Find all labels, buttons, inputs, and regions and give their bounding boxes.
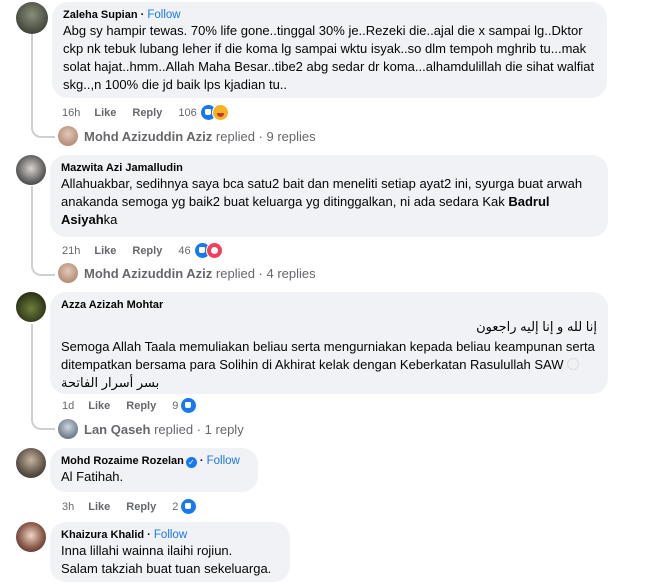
avatar[interactable]	[16, 292, 46, 322]
reactions[interactable]	[180, 397, 198, 414]
love-reaction-icon	[205, 242, 223, 259]
like-button[interactable]: Like	[94, 245, 116, 257]
comment-text: Allahuakbar, sedihnya saya bca satu2 bai…	[61, 175, 597, 229]
follow-button[interactable]: Follow	[207, 455, 240, 467]
like-button[interactable]: Like	[88, 400, 110, 412]
heart-emoji-icon	[567, 358, 580, 370]
comment-bubble: Mazwita Azi Jamalludin Allahuakbar, sedi…	[50, 155, 608, 237]
timestamp[interactable]: 16h	[62, 107, 80, 119]
comment-actions: 3h Like Reply 2	[62, 498, 198, 515]
commenter-name[interactable]: Mazwita Azi Jamalludin	[61, 161, 597, 175]
like-reaction-icon	[180, 397, 198, 414]
reactions[interactable]	[180, 498, 198, 515]
reaction-count[interactable]: 9	[172, 400, 178, 412]
replier-name: Lan Qaseh	[84, 421, 151, 437]
reactions[interactable]	[193, 242, 223, 259]
reaction-count[interactable]: 106	[178, 107, 196, 119]
comment-text: Abg sy hampir tewas. 70% life gone..ting…	[63, 23, 595, 92]
replier-avatar	[58, 126, 78, 146]
comment-text-part: ka	[103, 212, 118, 227]
view-replies-link[interactable]: Mohd Azizuddin Aziz replied · 4 replies	[58, 263, 316, 283]
like-button[interactable]: Like	[94, 107, 116, 119]
replier-avatar	[58, 263, 78, 283]
commenter-name[interactable]: Khaizura Khalid	[61, 529, 144, 541]
like-button[interactable]: Like	[88, 501, 110, 513]
reactions[interactable]	[199, 104, 229, 121]
comment-actions: 1d Like Reply 9	[62, 397, 198, 414]
comment-text: Semoga Allah Taala memuliakan beliau ser…	[61, 338, 597, 392]
replies-count: replied · 4 replies	[215, 265, 316, 281]
commenter-name[interactable]: Mohd Rozaime Rozelan	[61, 455, 184, 467]
comment-text-line: Inna lillahi wainna ilaihi rojiun.	[61, 543, 233, 558]
replies-count: replied · 1 reply	[154, 421, 244, 437]
replier-avatar	[58, 419, 78, 439]
reply-button[interactable]: Reply	[132, 245, 162, 257]
avatar[interactable]	[16, 2, 48, 34]
view-replies-link[interactable]: Mohd Azizuddin Aziz replied · 9 replies	[58, 126, 316, 146]
view-replies-link[interactable]: Lan Qaseh replied · 1 reply	[58, 419, 244, 439]
comment-text-part: Semoga Allah Taala memuliakan beliau ser…	[61, 339, 595, 372]
comment-text: Al Fatihah.	[61, 469, 124, 484]
replier-name: Mohd Azizuddin Aziz	[84, 265, 213, 281]
replier-name: Mohd Azizuddin Aziz	[84, 128, 213, 144]
thread-line	[31, 324, 33, 416]
reaction-count[interactable]: 2	[172, 501, 178, 513]
thread-line	[31, 34, 33, 124]
thread-curve	[31, 120, 55, 138]
arabic-tail: بسر أسرار الفاتحة	[61, 375, 160, 390]
comment-text-part: Allahuakbar, sedihnya saya bca satu2 bai…	[61, 176, 583, 209]
commenter-name[interactable]: Zaleha Supian	[63, 9, 138, 21]
reply-button[interactable]: Reply	[126, 400, 156, 412]
comment-bubble: Azza Azizah Mohtar إنا لله و إنا إليه را…	[50, 292, 608, 394]
like-reaction-icon	[180, 498, 198, 515]
timestamp[interactable]: 1d	[62, 400, 74, 412]
comment-bubble: Zaleha Supian · Follow Abg sy hampir tew…	[52, 2, 607, 98]
comment-bubble: Mohd Rozaime Rozelan ✓ · Follow Al Fatiha…	[50, 448, 258, 492]
avatar[interactable]	[16, 155, 46, 185]
timestamp[interactable]: 21h	[62, 245, 80, 257]
avatar[interactable]	[16, 448, 46, 478]
follow-button[interactable]: Follow	[147, 9, 180, 21]
reply-button[interactable]: Reply	[126, 501, 156, 513]
comment-actions: 16h Like Reply 106	[62, 104, 229, 121]
replies-count: replied · 9 replies	[215, 128, 316, 144]
haha-reaction-icon	[211, 104, 229, 121]
thread-curve	[31, 412, 55, 430]
arabic-text: إنا لله و إنا إليه راجعون	[476, 319, 597, 334]
reaction-count[interactable]: 46	[178, 245, 190, 257]
verified-badge-icon: ✓	[185, 457, 197, 468]
comment-actions: 21h Like Reply 46	[62, 242, 223, 259]
thread-line	[31, 186, 33, 262]
comment-text-line: Salam takziah buat tuan sekeluarga.	[61, 561, 272, 576]
avatar[interactable]	[16, 522, 46, 552]
thread-curve	[31, 258, 55, 276]
follow-button[interactable]: Follow	[154, 529, 187, 541]
commenter-name[interactable]: Azza Azizah Mohtar	[61, 298, 597, 312]
comment-bubble: Khaizura Khalid · Follow Inna lillahi wa…	[50, 522, 290, 582]
timestamp[interactable]: 3h	[62, 501, 74, 513]
reply-button[interactable]: Reply	[132, 107, 162, 119]
